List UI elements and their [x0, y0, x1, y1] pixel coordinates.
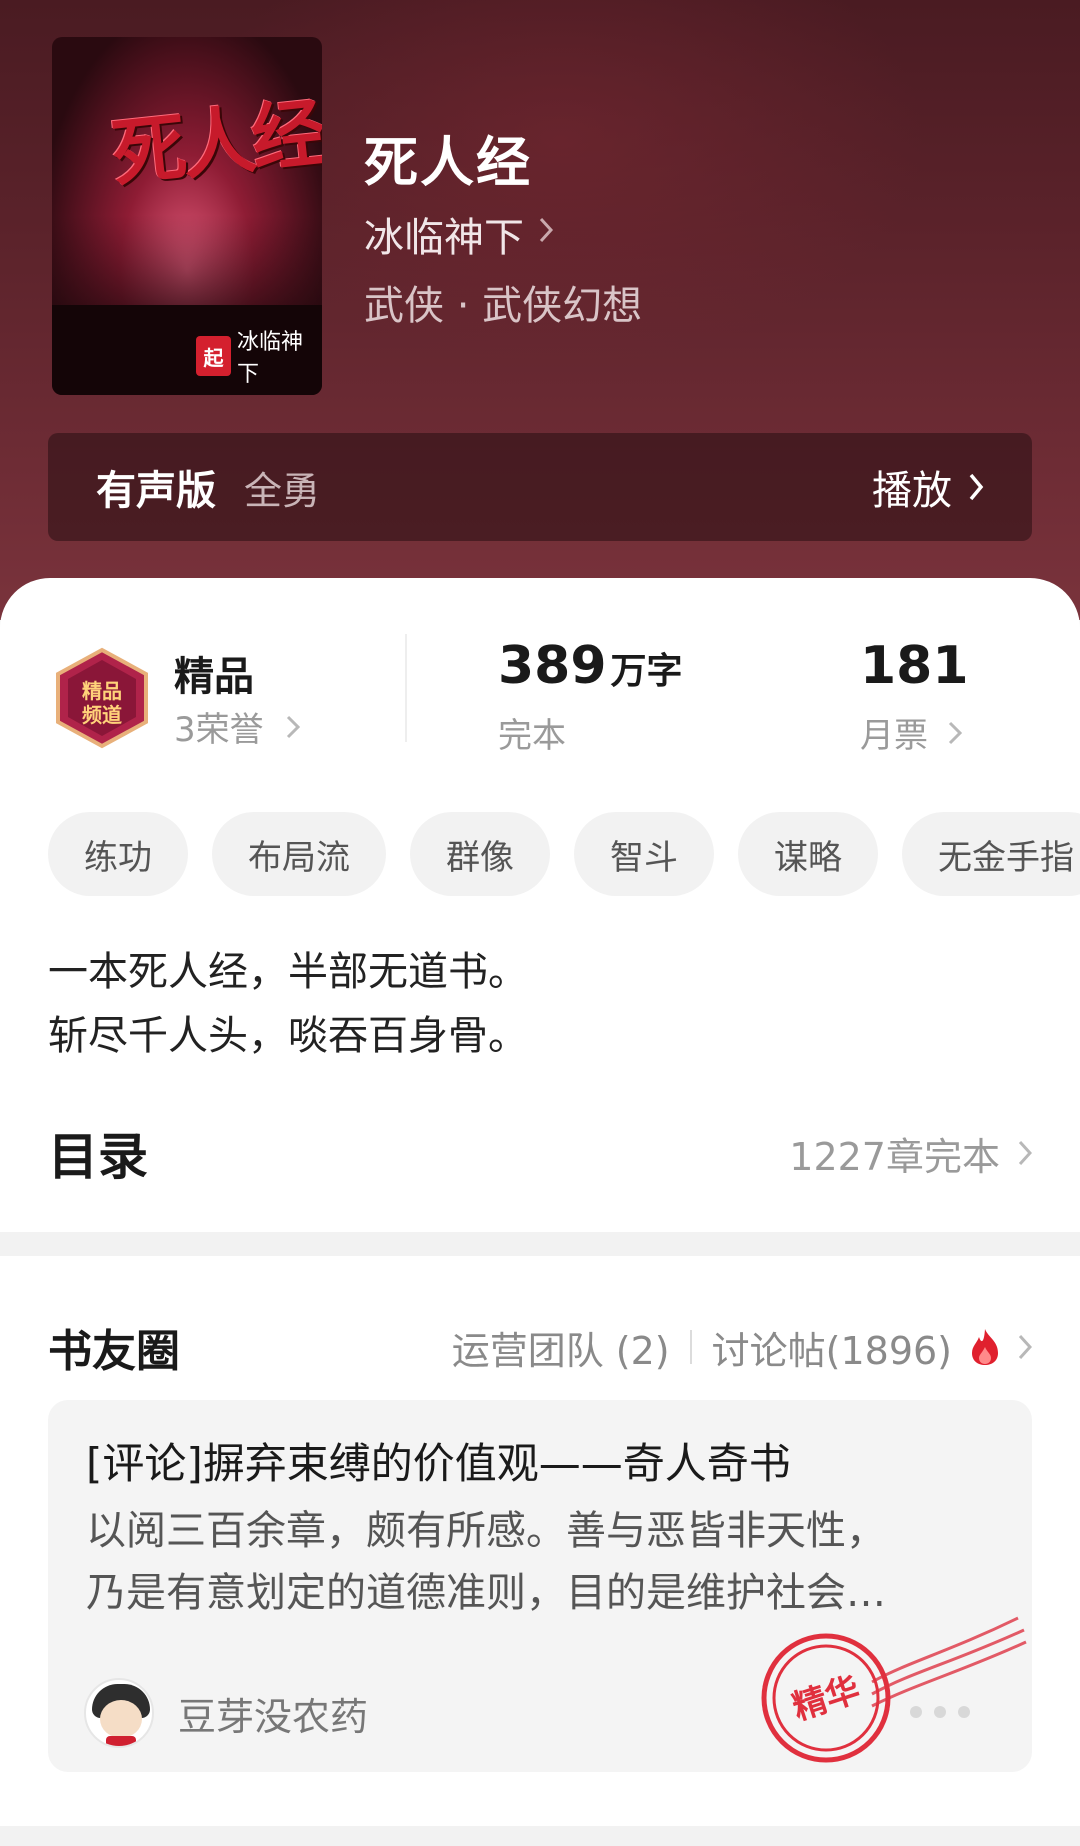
chevron-right-icon: [286, 715, 300, 738]
honor-title: 精品: [174, 654, 254, 700]
word-count-unit: 万字: [610, 651, 683, 692]
book-intro[interactable]: 一本死人经，半部无道书。 斩尽千人头，啖吞百身骨。: [48, 940, 1032, 1068]
tag-list: 练功 布局流 群像 智斗 谋略 无金手指: [48, 812, 1080, 896]
tag-chip[interactable]: 群像: [410, 812, 550, 896]
play-button[interactable]: 播放: [872, 458, 984, 516]
book-title: 死人经: [364, 131, 532, 194]
honor-count: 3荣誉: [174, 710, 264, 750]
discussion-count[interactable]: 讨论帖(1896): [712, 1320, 952, 1375]
toc-title: 目录: [48, 1128, 148, 1186]
toc-meta: 1227章完本: [789, 1126, 1032, 1181]
chapter-count: 1227章完本: [789, 1134, 1000, 1179]
tag-chip[interactable]: 练功: [48, 812, 188, 896]
svg-text:精品: 精品: [82, 679, 122, 703]
book-circle-header[interactable]: 书友圈 运营团队 (2) 讨论帖(1896): [48, 1312, 1032, 1382]
word-count: 389 万字: [498, 636, 683, 696]
publisher-logo: 起: [196, 336, 231, 376]
featured-stamp-icon: 精华: [761, 1633, 891, 1763]
book-header: 死人经 起 冰临神下 死人经 冰临神下 武侠 · 武侠幻想 有声版 全勇 播放: [0, 0, 1080, 620]
table-of-contents-row[interactable]: 目录 1227章完本: [48, 1118, 1032, 1188]
monthly-ticket-link[interactable]: 月票: [860, 708, 962, 757]
stats-divider: [405, 634, 407, 742]
book-info-card: 精品 频道 精品 3荣誉 389 万字 完本 181 月票 练功 布局流 群像 …: [0, 578, 1080, 1232]
word-count-number: 389: [498, 636, 607, 696]
carousel-dots: [910, 1706, 970, 1718]
cover-author-name: 冰临神下: [237, 330, 304, 387]
chevron-right-icon: [1018, 1334, 1032, 1360]
cover-author-badge: 起 冰临神下: [192, 330, 322, 387]
intro-line: 一本死人经，半部无道书。: [48, 949, 528, 995]
book-status: 完本: [498, 716, 566, 756]
tag-chip[interactable]: 无金手指: [902, 812, 1080, 896]
post-title: [评论]摒弃束缚的价值观——奇人奇书: [86, 1439, 791, 1488]
avatar: [84, 1678, 154, 1748]
chevron-right-icon: [1018, 1140, 1032, 1166]
post-excerpt-line: 以阅三百余章，颇有所感。善与恶皆非天性，: [86, 1508, 886, 1554]
monthly-ticket-count: 181: [860, 636, 969, 696]
author-name: 冰临神下: [364, 215, 524, 261]
intro-line: 斩尽千人头，啖吞百身骨。: [48, 1013, 528, 1059]
monthly-ticket-label: 月票: [860, 716, 928, 756]
flame-icon: [972, 1329, 998, 1365]
chevron-right-icon: [948, 721, 962, 744]
cover-title-art: 死人经: [108, 90, 322, 198]
chevron-right-icon: [538, 216, 554, 252]
audiobook-narrator: 全勇: [244, 468, 321, 513]
book-cover[interactable]: 死人经 起 冰临神下: [52, 37, 322, 395]
post-excerpt: 以阅三百余章，颇有所感。善与恶皆非天性， 乃是有意划定的道德准则，目的是维护社会…: [86, 1500, 986, 1624]
svg-text:频道: 频道: [82, 703, 122, 727]
tag-chip[interactable]: 智斗: [574, 812, 714, 896]
book-circle-card: 书友圈 运营团队 (2) 讨论帖(1896) [评论]摒弃束缚的价值观——奇人奇…: [0, 1256, 1080, 1826]
author-link[interactable]: 冰临神下: [364, 205, 554, 263]
post-excerpt-line: 乃是有意划定的道德准则，目的是维护社会…: [86, 1570, 886, 1616]
audiobook-label: 有声版: [96, 468, 216, 514]
post-author-name: 豆芽没农药: [178, 1694, 369, 1739]
honor-link[interactable]: 3荣誉: [174, 702, 300, 751]
post-author[interactable]: 豆芽没农药: [84, 1678, 368, 1748]
tag-chip[interactable]: 布局流: [212, 812, 386, 896]
book-genre: 武侠 · 武侠幻想: [364, 283, 643, 329]
honor-badge-icon: 精品 频道: [56, 647, 148, 749]
tag-chip[interactable]: 谋略: [738, 812, 878, 896]
chevron-right-icon: [969, 473, 984, 501]
meta-divider: [689, 1330, 692, 1364]
ops-team-link[interactable]: 运营团队 (2): [452, 1320, 670, 1375]
play-label: 播放: [872, 468, 952, 514]
book-circle-meta: 运营团队 (2) 讨论帖(1896): [452, 1320, 1032, 1375]
audiobook-bar[interactable]: 有声版 全勇 播放: [48, 433, 1032, 541]
book-circle-title: 书友圈: [48, 1326, 180, 1377]
featured-post[interactable]: [评论]摒弃束缚的价值观——奇人奇书 以阅三百余章，颇有所感。善与恶皆非天性， …: [48, 1400, 1032, 1772]
stamp-text: 精华: [788, 1669, 865, 1728]
